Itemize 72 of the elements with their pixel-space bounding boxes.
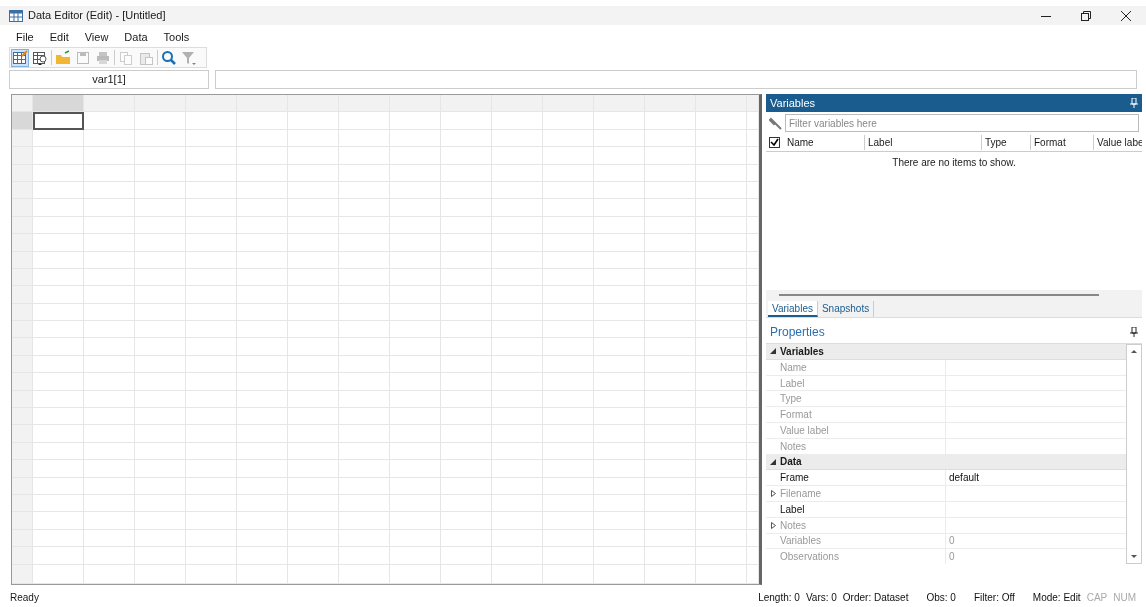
status-item: Vars: 0 xyxy=(805,590,837,605)
menu-item[interactable]: Data xyxy=(118,28,154,46)
tab[interactable]: Snapshots xyxy=(817,301,875,317)
collapse-arrow-icon[interactable] xyxy=(770,458,776,465)
status-item: Length: 0 xyxy=(758,590,800,605)
collapse-arrow-icon[interactable] xyxy=(770,348,776,355)
row-header[interactable] xyxy=(12,373,33,391)
row-header[interactable] xyxy=(12,547,33,565)
filter-field[interactable]: Filter variables here xyxy=(785,114,1139,132)
column-header[interactable]: Type xyxy=(981,135,1030,150)
scrollbar[interactable] xyxy=(779,294,1099,296)
status-item: CAP xyxy=(1086,590,1108,605)
column-header[interactable]: Label xyxy=(864,135,981,150)
property-label: Filename xyxy=(780,487,822,502)
tab[interactable]: Variables xyxy=(768,301,818,317)
scrollbar[interactable] xyxy=(1126,344,1142,564)
property-label: Type xyxy=(780,392,802,407)
row-header[interactable] xyxy=(12,112,33,130)
row-header[interactable] xyxy=(12,338,33,356)
section-header: Variables xyxy=(780,344,824,359)
column-header[interactable]: Format xyxy=(1030,135,1093,150)
property-value: 0 xyxy=(948,534,955,549)
properties-title: Properties xyxy=(770,323,825,341)
property-value: 0 xyxy=(948,550,955,564)
status-item: Order: Dataset xyxy=(842,590,909,605)
window-title: Data Editor (Edit) - [Untitled] xyxy=(28,8,166,24)
status-item: Obs: 0 xyxy=(926,590,956,605)
cell-value-field[interactable] xyxy=(215,70,1137,89)
row-header[interactable] xyxy=(12,147,33,165)
row-header[interactable] xyxy=(12,512,33,530)
menu-item[interactable]: File xyxy=(10,28,40,46)
selected-cell[interactable] xyxy=(33,112,84,130)
property-label: Label xyxy=(780,502,805,517)
property-label: Frame xyxy=(780,471,809,486)
property-label: Format xyxy=(780,408,812,423)
row-header[interactable] xyxy=(12,286,33,304)
row-header[interactable] xyxy=(12,199,33,217)
property-label: Label xyxy=(780,376,805,391)
property-label: Value label xyxy=(780,423,829,438)
wrench-icon[interactable] xyxy=(769,116,782,130)
column-header[interactable]: Name xyxy=(784,135,864,150)
status-message: Ready xyxy=(10,590,39,605)
panel-title: Variables xyxy=(770,95,816,111)
row-header[interactable] xyxy=(12,408,33,426)
menu-item[interactable]: Tools xyxy=(157,28,196,46)
close-icon xyxy=(1121,10,1131,21)
row-header[interactable] xyxy=(12,425,33,443)
menu-item[interactable]: View xyxy=(78,28,115,46)
property-label: Name xyxy=(780,360,807,375)
menu-item[interactable]: Edit xyxy=(43,28,75,46)
cell-name-field[interactable]: var1[1] xyxy=(9,70,209,89)
folder-icon[interactable] xyxy=(54,48,72,67)
status-item: Filter: Off xyxy=(973,590,1015,605)
grid-pencil-icon[interactable] xyxy=(11,48,29,67)
property-label: Observations xyxy=(780,550,839,564)
status-item: NUM xyxy=(1113,590,1136,605)
empty-message: There are no items to show. xyxy=(892,156,1016,170)
status-item: Mode: Edit xyxy=(1032,590,1081,605)
property-label: Variables xyxy=(780,534,821,549)
select-all-checkbox[interactable] xyxy=(769,137,780,148)
restore-icon xyxy=(1081,10,1091,21)
row-header[interactable] xyxy=(12,460,33,478)
row-header[interactable] xyxy=(12,234,33,252)
app-icon xyxy=(9,9,23,22)
search-icon[interactable] xyxy=(160,48,178,67)
pin-icon[interactable] xyxy=(1130,326,1138,337)
row-header[interactable] xyxy=(12,321,33,339)
property-value: default xyxy=(948,471,980,486)
property-label: Notes xyxy=(780,518,807,533)
section-header: Data xyxy=(780,455,802,470)
property-label: Notes xyxy=(780,439,807,454)
column-header[interactable] xyxy=(33,95,84,113)
